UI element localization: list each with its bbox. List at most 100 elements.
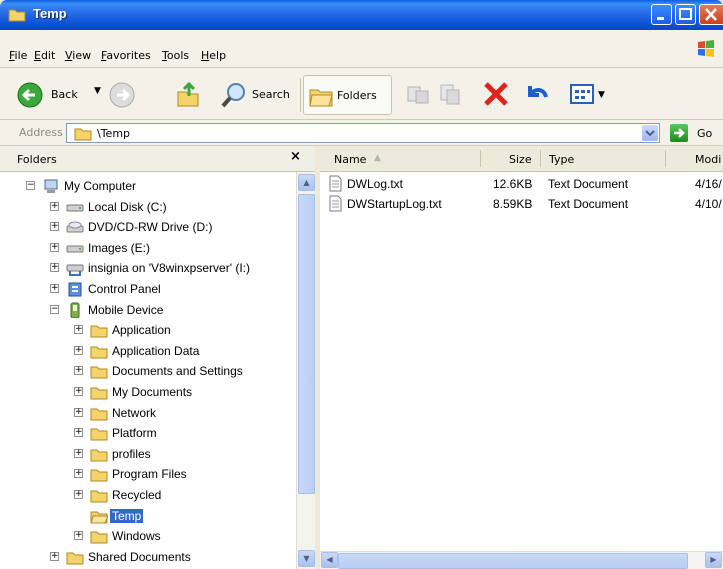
search-label: Search <box>252 88 290 101</box>
expand-icon[interactable]: + <box>74 428 83 438</box>
title-bar[interactable]: Temp <box>0 0 723 30</box>
expand-icon[interactable]: + <box>74 531 83 541</box>
folder-tree-scrollbar[interactable]: ▲ ▼ <box>296 172 315 569</box>
column-divider[interactable] <box>480 150 481 167</box>
address-dropdown-button[interactable] <box>642 125 658 141</box>
column-header-name[interactable]: Name <box>334 153 366 166</box>
collapse-icon[interactable]: − <box>26 181 35 190</box>
move-to-icon[interactable] <box>405 81 431 107</box>
expand-icon[interactable]: + <box>50 242 59 252</box>
menu-favorites[interactable]: Favorites <box>101 49 151 62</box>
minimize-button[interactable] <box>651 4 672 25</box>
expand-icon[interactable]: + <box>74 490 83 499</box>
tree-item-label: Recycled <box>112 488 162 502</box>
menu-file[interactable]: File <box>9 49 27 62</box>
column-header-type[interactable]: Type <box>549 153 574 166</box>
tree-item[interactable]: + Shared Documents <box>0 547 296 567</box>
scroll-thumb[interactable] <box>298 194 315 494</box>
search-icon <box>221 83 245 108</box>
expand-icon[interactable]: + <box>50 551 59 561</box>
tree-item[interactable]: + Documents and Settings <box>0 361 296 381</box>
search-button[interactable]: Search <box>220 80 298 110</box>
forward-arrow-icon[interactable] <box>108 81 136 109</box>
menu-bar: File Edit View Favorites Tools Help <box>0 30 723 68</box>
tree-item[interactable]: + insignia on 'V8winxpserver' (I:) <box>0 258 296 278</box>
tree-item[interactable]: + Windows <box>0 526 296 546</box>
tree-item-label: Platform <box>112 426 157 441</box>
tree-item-label: Network <box>112 405 157 420</box>
file-row[interactable]: DWStartupLog.txt 8.59KB Text Document 4/… <box>320 194 723 214</box>
expand-icon[interactable]: + <box>50 201 59 211</box>
tree-item[interactable]: + Images (E:) <box>0 238 296 258</box>
folder-icon <box>66 552 84 565</box>
file-modified: 4/10/ <box>695 197 722 211</box>
folder-icon <box>90 408 108 421</box>
menu-tools[interactable]: Tools <box>162 49 189 62</box>
column-header-modified[interactable]: Modi <box>695 153 721 166</box>
address-input[interactable]: \Temp <box>66 123 660 143</box>
tree-item[interactable]: + Network <box>0 403 296 423</box>
folder-icon <box>90 428 108 441</box>
expand-icon[interactable]: + <box>50 284 59 293</box>
views-dropdown-icon[interactable]: ▼ <box>598 90 605 100</box>
scroll-left-button[interactable]: ◀ <box>321 552 338 568</box>
tree-item[interactable]: + Recycled <box>0 485 296 505</box>
tree-item[interactable]: + Application <box>0 320 296 340</box>
network-drive-icon <box>66 264 84 277</box>
tree-item[interactable]: + DVD/CD-RW Drive (D:) <box>0 217 296 237</box>
go-button[interactable] <box>670 124 688 142</box>
tree-item[interactable]: + Application Data <box>0 341 296 361</box>
views-icon[interactable] <box>569 81 597 107</box>
expand-icon[interactable]: + <box>50 263 59 273</box>
back-arrow-icon <box>17 82 43 108</box>
tree-item[interactable]: + profiles <box>0 444 296 464</box>
expand-icon[interactable]: + <box>74 387 83 396</box>
expand-icon[interactable]: + <box>74 407 83 417</box>
column-header-size[interactable]: Size <box>509 153 532 166</box>
file-row[interactable]: DWLog.txt 12.6KB Text Document 4/16/ <box>320 174 723 194</box>
windows-logo-icon <box>698 40 714 57</box>
tree-item[interactable]: + Program Files <box>0 464 296 484</box>
delete-icon[interactable] <box>482 80 510 108</box>
tree-item[interactable]: + Platform <box>0 423 296 443</box>
menu-edit[interactable]: Edit <box>34 49 55 62</box>
expand-icon[interactable]: + <box>74 448 83 458</box>
maximize-button[interactable] <box>675 4 696 25</box>
expand-icon[interactable]: + <box>74 325 83 335</box>
collapse-icon[interactable]: − <box>50 304 59 314</box>
address-path: \Temp <box>97 127 131 140</box>
file-list-hscrollbar[interactable]: ◀ ▶ <box>320 551 723 569</box>
tree-item-label: Program Files <box>112 467 187 482</box>
tree-item[interactable]: + Local Disk (C:) <box>0 197 296 217</box>
scroll-right-button[interactable]: ▶ <box>705 552 722 568</box>
go-label[interactable]: Go <box>697 127 712 140</box>
copy-to-icon[interactable] <box>437 81 463 107</box>
folders-pane-close-button[interactable]: × <box>290 149 301 164</box>
menu-view[interactable]: View <box>65 49 91 62</box>
expand-icon[interactable]: + <box>50 222 59 232</box>
folders-button[interactable]: Folders <box>303 75 392 115</box>
undo-icon[interactable] <box>522 80 550 108</box>
scroll-down-button[interactable]: ▼ <box>298 550 315 567</box>
expand-icon[interactable]: + <box>74 345 83 355</box>
tree-item[interactable]: + My Documents <box>0 382 296 402</box>
tree-item[interactable]: + Control Panel <box>0 279 296 299</box>
tree-item[interactable]: Temp <box>0 506 296 526</box>
column-divider[interactable] <box>540 150 541 167</box>
tree-item[interactable]: − My Computer <box>0 176 296 196</box>
scroll-up-button[interactable]: ▲ <box>298 174 315 191</box>
expand-icon[interactable]: + <box>74 366 83 376</box>
up-folder-icon[interactable] <box>175 80 201 108</box>
hscroll-thumb[interactable] <box>338 553 688 569</box>
control-panel-icon <box>68 282 82 297</box>
window-title: Temp <box>33 6 67 21</box>
column-divider[interactable] <box>665 150 666 167</box>
folder-icon <box>90 346 108 359</box>
close-button[interactable] <box>699 4 723 25</box>
tree-item[interactable]: − Mobile Device <box>0 300 296 320</box>
tree-item-label: Documents and Settings <box>112 364 243 379</box>
expand-icon[interactable]: + <box>74 469 83 479</box>
back-button[interactable]: Back ▼ <box>16 80 104 110</box>
tree-item-label: Control Panel <box>88 282 161 296</box>
menu-help[interactable]: Help <box>201 49 226 62</box>
